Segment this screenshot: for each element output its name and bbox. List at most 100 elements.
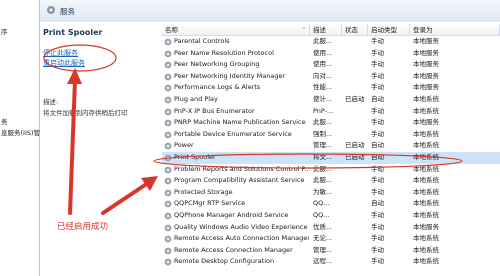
service-name: Peer Networking Grouping bbox=[174, 60, 260, 69]
service-gear-icon bbox=[164, 119, 172, 127]
service-row[interactable]: Power 管理... 已启动 自动 本地系统 bbox=[162, 140, 500, 152]
service-logon-as: 本地服务 bbox=[413, 71, 439, 80]
service-name: QQPhone Manager Android Service bbox=[174, 211, 289, 219]
service-name: QQPCMgr RTP Service bbox=[174, 199, 246, 208]
service-status bbox=[345, 222, 368, 234]
service-startup-type: 手动 bbox=[371, 234, 384, 243]
service-gear-icon bbox=[164, 142, 172, 150]
pane-title: 服务 bbox=[60, 7, 75, 16]
column-header-startup-type[interactable]: 启动类型 bbox=[368, 24, 410, 36]
tree-item[interactable]: 务 bbox=[1, 116, 8, 126]
service-logon-as: 本地系统 bbox=[413, 257, 439, 266]
service-startup-type: 手动 bbox=[371, 106, 384, 115]
service-description-cell: QQ... bbox=[313, 211, 330, 219]
service-startup-type: 手动 bbox=[371, 129, 384, 138]
service-name: Parental Controls bbox=[174, 37, 230, 45]
service-description-cell: 此服... bbox=[313, 164, 333, 173]
service-startup-type: 手动 bbox=[371, 176, 384, 185]
service-status bbox=[345, 48, 368, 60]
service-gear-icon bbox=[164, 38, 172, 46]
service-row[interactable]: Peer Networking Identity Manager 向对... 手动 本… bbox=[162, 71, 500, 83]
service-row[interactable]: QQPCMgr RTP Service QQ... 自动 本地系统 bbox=[162, 198, 500, 210]
service-gear-icon bbox=[164, 189, 172, 197]
service-logon-as: 本地系统 bbox=[413, 187, 439, 196]
service-name: Remote Access Connection Manager bbox=[174, 245, 293, 254]
services-icon bbox=[47, 6, 55, 14]
service-logon-as: 本地系统 bbox=[413, 199, 439, 208]
service-gear-icon bbox=[164, 177, 172, 185]
service-gear-icon bbox=[164, 166, 172, 173]
service-startup-type: 手动 bbox=[371, 60, 384, 69]
service-row[interactable]: PnP-X IP Bus Enumerator PnP-... 手动 本地系统 bbox=[162, 106, 500, 118]
service-row[interactable]: Remote Desktop Configuration 远程... 手动 本地系统 bbox=[162, 256, 500, 268]
service-status bbox=[345, 164, 368, 176]
console-tree-pane: 序 务 息服务(IIS)管 bbox=[0, 0, 40, 276]
selected-service-name: Print Spooler bbox=[43, 28, 103, 37]
service-row[interactable]: Protected Storage 为敏... 手动 本地系统 bbox=[162, 187, 500, 199]
services-list: 名称 ^ 描述 状态 启动类型 登录为 Parental Controls 此服..… bbox=[162, 22, 500, 276]
service-row[interactable]: Parental Controls 此服... 手动 本地服务 bbox=[162, 36, 500, 48]
column-header-logon-as[interactable]: 登录为 bbox=[410, 24, 500, 36]
service-status bbox=[345, 256, 368, 268]
service-row[interactable]: Plug and Play 使计... 已启动 自动 本地系统 bbox=[162, 94, 500, 106]
service-startup-type: 手动 bbox=[371, 257, 384, 266]
service-row[interactable]: Print Spooler 将文... 已启动 自动 本地系统 bbox=[162, 152, 500, 164]
annotation-text: 已经启用成功 bbox=[57, 222, 109, 232]
stop-service-link[interactable]: 停止此服务 bbox=[43, 48, 78, 58]
service-name: Peer Name Resolution Protocol bbox=[174, 48, 274, 57]
service-logon-as: 本地系统 bbox=[413, 164, 439, 173]
service-gear-icon bbox=[164, 108, 172, 115]
service-status bbox=[345, 71, 368, 83]
service-startup-type: 手动 bbox=[371, 37, 384, 45]
service-detail-pane: Print Spooler 停止此服务 重启动此服务 描述: 将文件加载到内存供… bbox=[40, 22, 162, 276]
service-description-cell: 此服... bbox=[313, 176, 333, 185]
service-startup-type: 手动 bbox=[371, 71, 384, 80]
service-row[interactable]: Peer Name Resolution Protocol 使用... 手动 本地服务 bbox=[162, 48, 500, 60]
service-logon-as: 本地服务 bbox=[413, 48, 439, 57]
service-row[interactable]: QQPhone Manager Android Service QQ... 手动 本地… bbox=[162, 210, 500, 222]
service-gear-icon bbox=[164, 235, 172, 243]
service-description-cell: PnP-... bbox=[313, 106, 334, 115]
service-startup-type: 手动 bbox=[371, 211, 384, 219]
service-gear-icon bbox=[164, 131, 172, 139]
service-gear-icon bbox=[164, 212, 172, 220]
service-name: Plug and Play bbox=[174, 95, 218, 103]
service-logon-as: 本地系统 bbox=[413, 129, 439, 138]
service-logon-as: 本地系统 bbox=[413, 106, 439, 115]
service-status bbox=[345, 210, 368, 222]
service-row[interactable]: Remote Access Auto Connection Manager 无论.… bbox=[162, 233, 500, 245]
service-status bbox=[345, 106, 368, 118]
service-row[interactable]: Portable Device Enumerator Service 强制... 手… bbox=[162, 129, 500, 141]
service-name: Portable Device Enumerator Service bbox=[174, 129, 292, 138]
service-logon-as: 本地服务 bbox=[413, 60, 439, 69]
service-status bbox=[345, 82, 368, 94]
service-description-cell: 使用... bbox=[313, 60, 333, 69]
service-gear-icon bbox=[164, 84, 172, 92]
service-description-cell: 此服... bbox=[313, 37, 333, 45]
column-header-status[interactable]: 状态 bbox=[342, 24, 368, 36]
service-gear-icon bbox=[164, 224, 172, 231]
service-description-cell: 远程... bbox=[313, 257, 333, 266]
service-row[interactable]: Problem Reports and Solutions Control P.… bbox=[162, 164, 500, 176]
service-name: Protected Storage bbox=[174, 187, 233, 196]
service-row[interactable]: Quality Windows Audio Video Experience 优质… bbox=[162, 222, 500, 234]
restart-service-link[interactable]: 重启动此服务 bbox=[43, 58, 85, 68]
column-header-name[interactable]: 名称 ^ bbox=[162, 24, 310, 36]
service-name: Quality Windows Audio Video Experience bbox=[174, 222, 308, 231]
service-gear-icon bbox=[164, 200, 172, 208]
service-gear-icon bbox=[164, 50, 172, 57]
tree-item[interactable]: 序 bbox=[1, 26, 8, 36]
service-row[interactable]: Remote Access Connection Manager 管理... 手动 本… bbox=[162, 245, 500, 257]
tree-item[interactable]: 息服务(IIS)管 bbox=[1, 127, 40, 137]
service-gear-icon bbox=[164, 61, 172, 69]
service-gear-icon bbox=[164, 258, 172, 266]
service-description-cell: 无论... bbox=[313, 234, 333, 243]
service-row[interactable]: Program Compatibility Assistant Service 此… bbox=[162, 175, 500, 187]
service-row[interactable]: Performance Logs & Alerts 性能... 手动 本地服务 bbox=[162, 82, 500, 94]
service-logon-as: 本地系统 bbox=[413, 245, 439, 254]
service-logon-as: 本地服务 bbox=[413, 83, 439, 92]
service-status: 已启动 bbox=[345, 95, 365, 103]
service-row[interactable]: Peer Networking Grouping 使用... 手动 本地服务 bbox=[162, 59, 500, 71]
service-row[interactable]: PNRP Machine Name Publication Service 此服.… bbox=[162, 117, 500, 129]
column-header-description[interactable]: 描述 bbox=[310, 24, 342, 36]
